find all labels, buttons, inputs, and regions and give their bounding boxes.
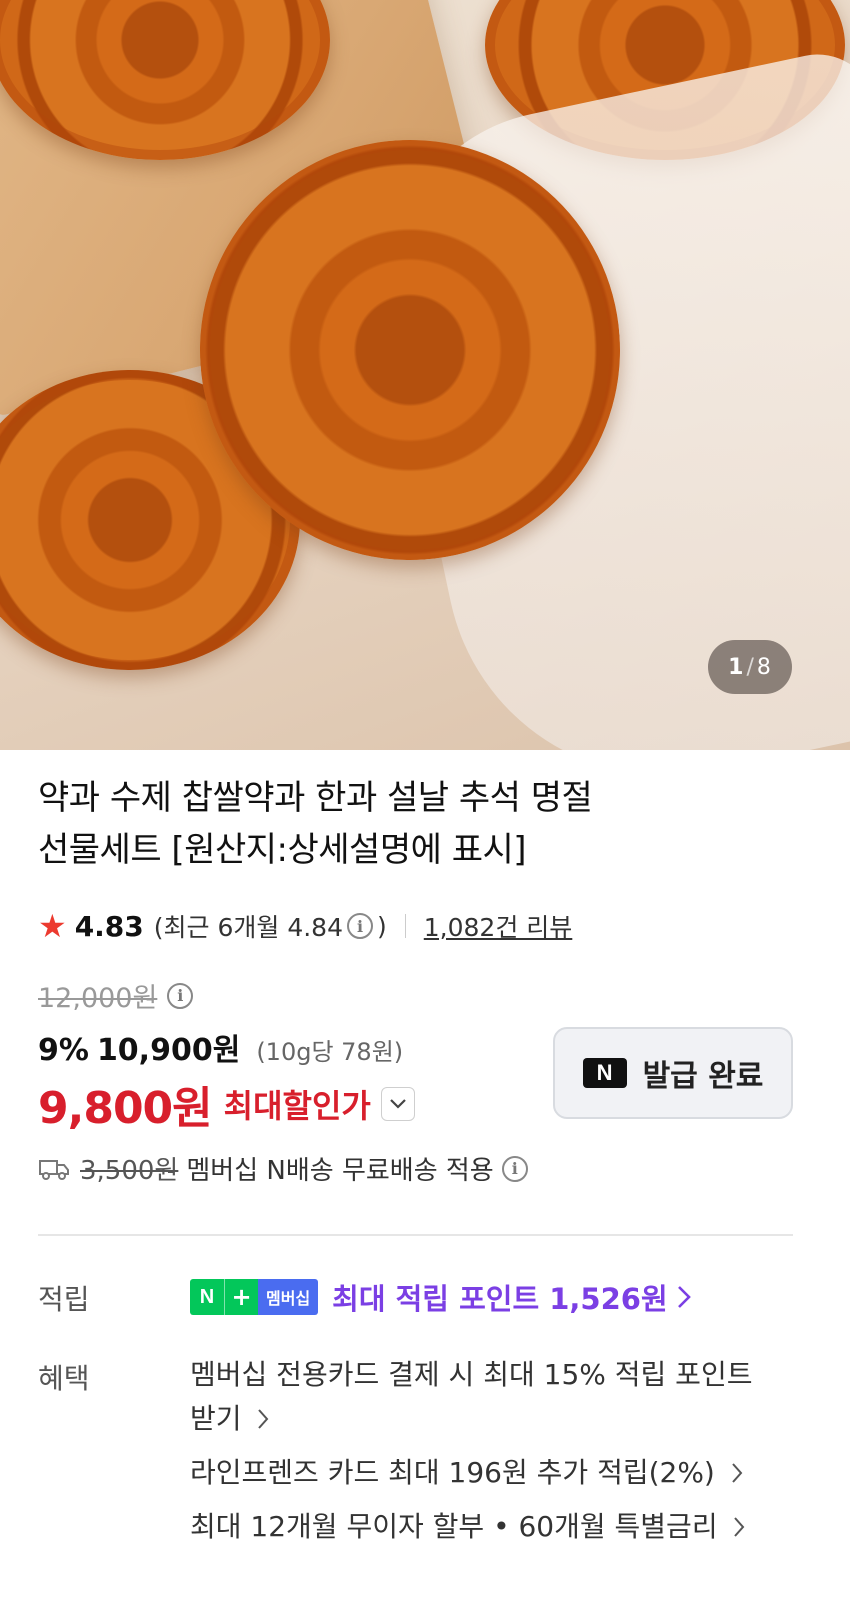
info-icon[interactable]: i [501, 1155, 528, 1182]
rating-score: 4.83 [74, 909, 144, 943]
max-discount-price: 9,800원 [38, 1083, 213, 1134]
max-discount-row: 9,800원 최대할인가 [38, 1072, 415, 1136]
plus-badge: + [224, 1279, 258, 1315]
benefit-item-text: 라인프렌즈 카드 최대 196원 추가 적립(2%) [190, 1456, 715, 1489]
points-label: 적립 [38, 1283, 90, 1316]
membership-badge: N + 멤버십 [190, 1279, 319, 1315]
unit-price: (10g당 78원) [256, 1038, 404, 1066]
coupon-issued-button[interactable]: N 발급 완료 [553, 1027, 793, 1119]
benefit-item[interactable]: 멤버십 전용카드 결제 시 최대 15% 적립 포인트 [190, 1353, 752, 1397]
max-discount-label: 최대할인가 [223, 1087, 371, 1125]
benefit-item[interactable]: 라인프렌즈 카드 최대 196원 추가 적립(2%) [190, 1451, 744, 1495]
rating-row: ★ 4.83 (최근 6개월 4.84 i ) 1,082건 리뷰 [38, 906, 572, 946]
image-counter-separator: / [746, 654, 755, 680]
discount-percent: 9% [38, 1033, 89, 1068]
chevron-right-icon [258, 1409, 269, 1429]
image-counter: 1 / 8 [708, 640, 792, 694]
benefit-item[interactable]: 받기 [190, 1397, 270, 1441]
truck-icon [39, 1159, 69, 1180]
chevron-right-icon [677, 1286, 691, 1308]
points-row[interactable]: N + 멤버십 최대 적립 포인트 1,526원 [190, 1276, 692, 1318]
info-icon[interactable]: i [167, 982, 194, 1009]
membership-badge-text: 멤버십 [258, 1279, 319, 1315]
chevron-right-icon [734, 1517, 745, 1537]
divider [404, 914, 406, 938]
benefit-item-text: 최대 12개월 무이자 할부 • 60개월 특별금리 [190, 1510, 718, 1543]
benefits-label: 혜택 [38, 1362, 90, 1395]
section-divider [38, 1234, 793, 1236]
max-points: 최대 적립 포인트 1,526원 [332, 1282, 668, 1316]
info-icon[interactable]: i [347, 913, 373, 939]
image-counter-total: 8 [756, 654, 772, 680]
image-counter-current: 1 [728, 654, 745, 680]
original-price-row: 12,000원 i [38, 976, 194, 1015]
expand-discount-button[interactable] [380, 1087, 415, 1121]
naver-n-badge: N [190, 1279, 224, 1315]
product-title: 약과 수제 찹쌀약과 한과 설날 추석 명절 선물세트 [원산지:상세설명에 표… [38, 772, 678, 876]
benefit-item-text: 받기 [190, 1402, 242, 1435]
shipping-text: 멤버십 N배송 무료배송 적용 [186, 1156, 494, 1186]
chevron-right-icon [732, 1463, 743, 1483]
coupon-issued-label: 발급 완료 [642, 1059, 764, 1094]
review-count-link[interactable]: 1,082건 리뷰 [424, 908, 573, 944]
chevron-down-icon [390, 1099, 406, 1109]
recent-rating: (최근 6개월 4.84 [153, 913, 343, 942]
sale-price: 10,900원 [96, 1033, 241, 1068]
shipping-row: 3,500원 멤버십 N배송 무료배송 적용 i [38, 1150, 528, 1187]
product-image-gallery[interactable]: 1 / 8 [0, 0, 850, 750]
original-price: 12,000원 [38, 983, 158, 1014]
benefit-item[interactable]: 최대 12개월 무이자 할부 • 60개월 특별금리 [190, 1505, 746, 1549]
product-title-line1: 약과 수제 찹쌀약과 한과 설날 추석 명절 [38, 778, 593, 818]
sale-price-row: 9% 10,900원 (10g당 78원) [38, 1025, 403, 1069]
star-icon: ★ [38, 907, 67, 945]
shipping-fee-original: 3,500원 [80, 1156, 179, 1186]
recent-rating-close: ) [377, 911, 387, 941]
product-title-line2: 선물세트 [원산지:상세설명에 표시] [38, 830, 527, 870]
naver-n-icon: N [582, 1058, 627, 1088]
